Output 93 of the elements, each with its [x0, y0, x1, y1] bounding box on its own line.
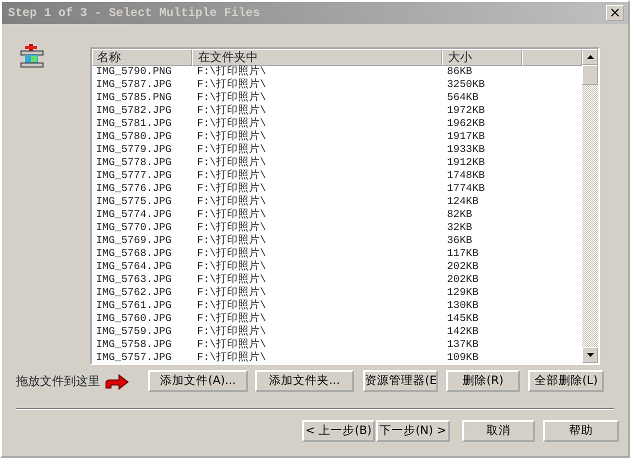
close-button[interactable]: × [606, 5, 624, 21]
scroll-thumb[interactable] [582, 65, 598, 85]
wizard-icon [20, 44, 44, 70]
file-name: IMG_5782.JPG [96, 105, 172, 117]
file-name: IMG_5761.JPG [96, 300, 172, 312]
nav-button[interactable]: < 上一步(B) [302, 420, 375, 442]
folder-path: F:\打印照片\ [197, 222, 266, 234]
file-size: 36KB [447, 235, 472, 247]
file-size: 1933KB [447, 144, 485, 156]
file-name: IMG_5787.JPG [96, 79, 172, 91]
file-size: 1917KB [447, 131, 485, 143]
file-size: 109KB [447, 352, 479, 363]
file-name: IMG_5778.JPG [96, 157, 172, 169]
column-header[interactable]: 大小 [442, 49, 522, 66]
file-name: IMG_5768.JPG [96, 248, 172, 260]
file-size: 142KB [447, 326, 479, 338]
file-size: 3250KB [447, 79, 485, 91]
folder-path: F:\打印照片\ [197, 287, 266, 299]
file-size: 32KB [447, 222, 472, 234]
action-button[interactable]: 添加文件夹... [255, 370, 354, 392]
file-name: IMG_5777.JPG [96, 170, 172, 182]
folder-path: F:\打印照片\ [197, 118, 266, 130]
file-size: 117KB [447, 248, 479, 260]
nav-button[interactable]: 下一步(N) > [376, 420, 450, 442]
column-header[interactable]: 在文件夹中 [192, 49, 442, 66]
file-name: IMG_5758.JPG [96, 339, 172, 351]
file-name: IMG_5780.JPG [96, 131, 172, 143]
folder-path: F:\打印照片\ [197, 170, 266, 182]
file-size: 129KB [447, 287, 479, 299]
folder-path: F:\打印照片\ [197, 235, 266, 247]
folder-path: F:\打印照片\ [197, 66, 266, 78]
action-button[interactable]: 添加文件(A)... [148, 370, 248, 392]
file-name: IMG_5757.JPG [96, 352, 172, 363]
folder-path: F:\打印照片\ [197, 144, 266, 156]
folder-path: F:\打印照片\ [197, 261, 266, 273]
action-button[interactable]: 删除(R) [446, 370, 520, 392]
file-size: 1748KB [447, 170, 485, 182]
folder-path: F:\打印照片\ [197, 248, 266, 260]
file-name: IMG_5781.JPG [96, 118, 172, 130]
file-size: 1912KB [447, 157, 485, 169]
file-size: 145KB [447, 313, 479, 325]
scroll-up-button[interactable] [582, 49, 598, 65]
folder-path: F:\打印照片\ [197, 352, 266, 363]
file-size: 202KB [447, 261, 479, 273]
folder-path: F:\打印照片\ [197, 209, 266, 221]
file-size: 1774KB [447, 183, 485, 195]
file-size: 1972KB [447, 105, 485, 117]
folder-path: F:\打印照片\ [197, 105, 266, 117]
file-name: IMG_5770.JPG [96, 222, 172, 234]
scrollbar[interactable] [582, 49, 598, 363]
action-button[interactable]: 资源管理器(E [363, 370, 438, 392]
file-name: IMG_5790.PNG [96, 66, 172, 78]
folder-path: F:\打印照片\ [197, 79, 266, 91]
up-arrow-icon [586, 55, 594, 59]
folder-path: F:\打印照片\ [197, 300, 266, 312]
folder-path: F:\打印照片\ [197, 339, 266, 351]
folder-path: F:\打印照片\ [197, 313, 266, 325]
drop-hint: 拖放文件到这里 [16, 373, 100, 390]
folder-path: F:\打印照片\ [197, 183, 266, 195]
folder-path: F:\打印照片\ [197, 92, 266, 104]
down-arrow-icon [586, 353, 594, 357]
file-size: 137KB [447, 339, 479, 351]
file-name: IMG_5779.JPG [96, 144, 172, 156]
folder-path: F:\打印照片\ [197, 274, 266, 286]
column-header[interactable]: 名称 [92, 49, 192, 66]
scroll-down-button[interactable] [582, 347, 598, 363]
file-size: 202KB [447, 274, 479, 286]
file-name: IMG_5762.JPG [96, 287, 172, 299]
file-size: 82KB [447, 209, 472, 221]
file-size: 124KB [447, 196, 479, 208]
file-name: IMG_5764.JPG [96, 261, 172, 273]
file-name: IMG_5760.JPG [96, 313, 172, 325]
file-size: 130KB [447, 300, 479, 312]
nav-button[interactable]: 取消 [462, 420, 535, 442]
nav-button[interactable]: 帮助 [543, 420, 619, 442]
file-list[interactable] [90, 47, 600, 365]
file-name: IMG_5763.JPG [96, 274, 172, 286]
window-title: Step 1 of 3 - Select Multiple Files [8, 5, 260, 22]
folder-path: F:\打印照片\ [197, 326, 266, 338]
file-name: IMG_5769.JPG [96, 235, 172, 247]
file-size: 1962KB [447, 118, 485, 130]
file-size: 564KB [447, 92, 479, 104]
folder-path: F:\打印照片\ [197, 157, 266, 169]
file-name: IMG_5775.JPG [96, 196, 172, 208]
file-name: IMG_5785.PNG [96, 92, 172, 104]
file-name: IMG_5776.JPG [96, 183, 172, 195]
file-name: IMG_5774.JPG [96, 209, 172, 221]
curved-arrow-icon [105, 372, 129, 390]
file-size: 86KB [447, 66, 472, 78]
file-name: IMG_5759.JPG [96, 326, 172, 338]
action-button[interactable]: 全部删除(L) [528, 370, 604, 392]
folder-path: F:\打印照片\ [197, 131, 266, 143]
folder-path: F:\打印照片\ [197, 196, 266, 208]
